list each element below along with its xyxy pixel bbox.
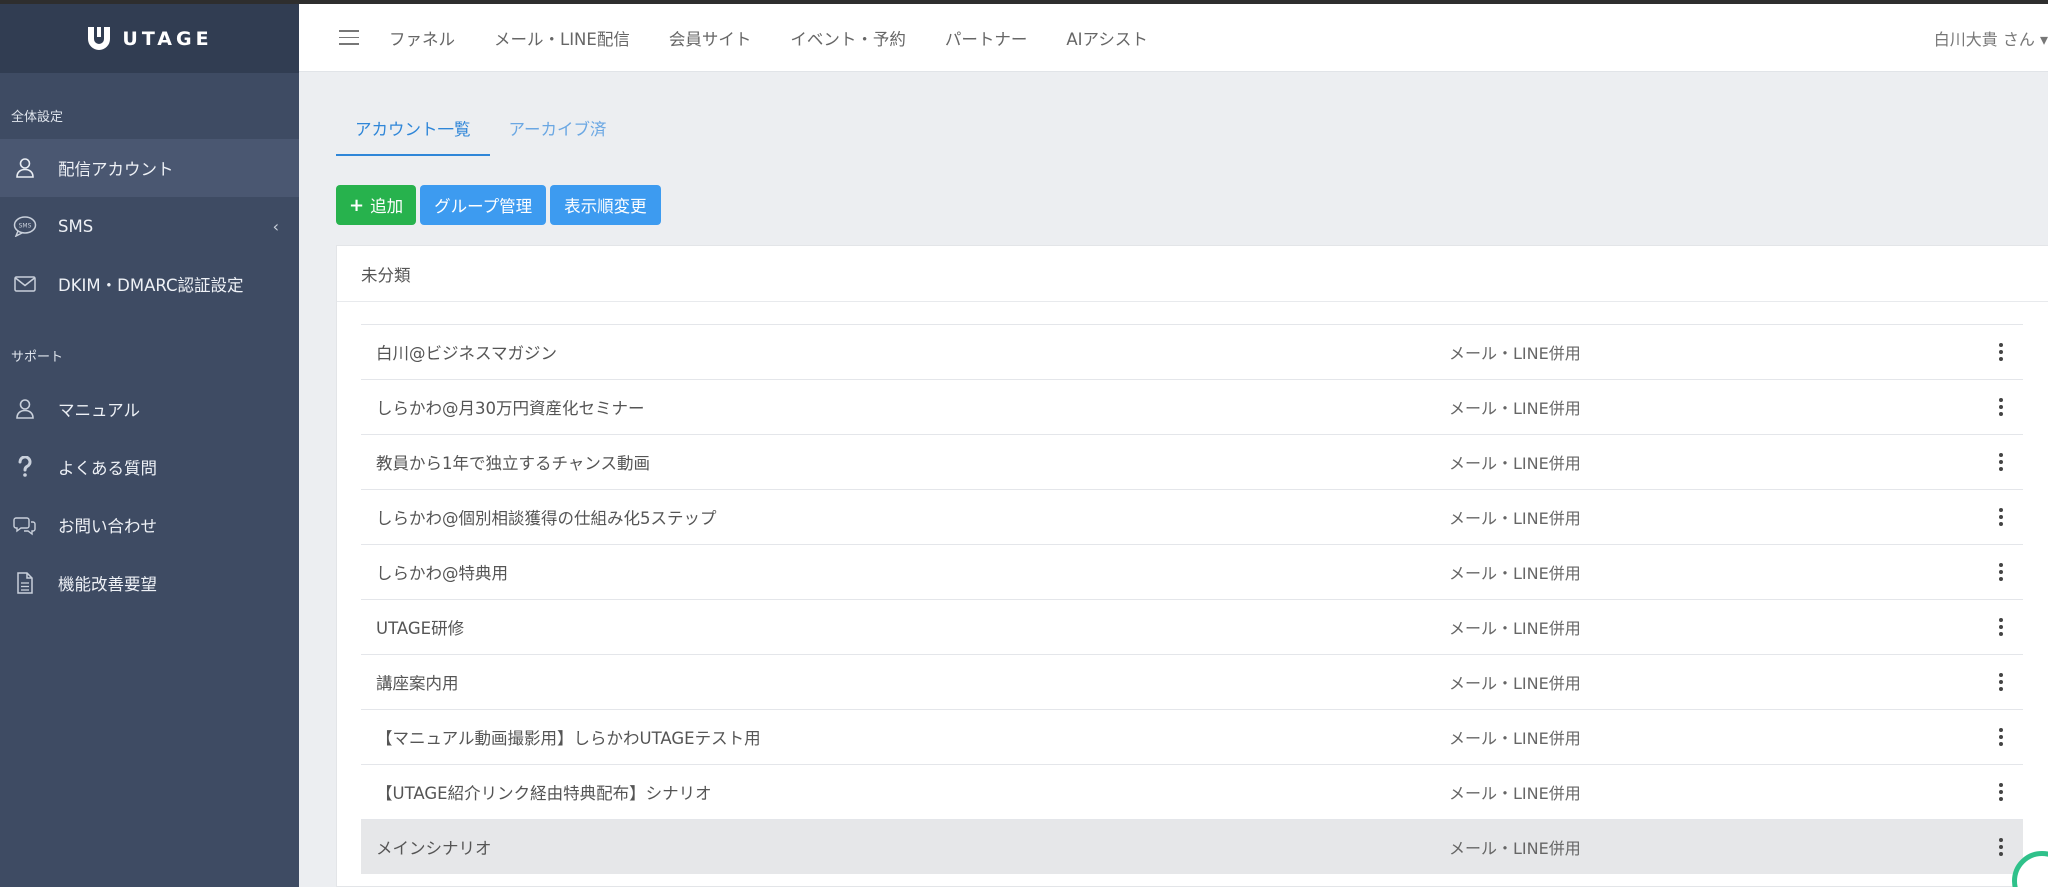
account-type: メール・LINE併用 (1449, 454, 1581, 473)
table-row[interactable]: しらかわ@月30万円資産化セミナー メール・LINE併用 (361, 379, 2023, 434)
hamburger-menu-icon[interactable] (339, 30, 359, 45)
table-row[interactable]: しらかわ@特典用 メール・LINE併用 (361, 544, 2023, 599)
account-type: メール・LINE併用 (1449, 564, 1581, 583)
utage-logo-icon (88, 26, 111, 50)
more-vertical-icon[interactable] (1991, 615, 2011, 639)
group-title: 未分類 (337, 246, 2048, 302)
sidebar-item-manual[interactable]: マニュアル (0, 380, 299, 438)
top-header: ファネル メール・LINE配信 会員サイト イベント・予約 パートナー AIアシ… (299, 4, 2048, 72)
sms-bubble-icon: SMS (13, 214, 37, 238)
brand[interactable]: UTAGE (0, 4, 299, 73)
nav-mail-line[interactable]: メール・LINE配信 (494, 26, 630, 50)
window-top-strip (0, 0, 2048, 4)
nav-event-booking[interactable]: イベント・予約 (790, 26, 906, 50)
sidebar-item-label: お問い合わせ (58, 517, 157, 536)
account-type: メール・LINE併用 (1449, 839, 1581, 858)
account-type: メール・LINE併用 (1449, 674, 1581, 693)
table-row[interactable]: 【UTAGE紹介リンク経由特典配布】シナリオ メール・LINE併用 (361, 764, 2023, 819)
more-vertical-icon[interactable] (1991, 395, 2011, 419)
sidebar-item-delivery-account[interactable]: 配信アカウント (0, 139, 299, 197)
table-row[interactable]: 講座案内用 メール・LINE併用 (361, 654, 2023, 709)
account-list: 白川@ビジネスマガジン メール・LINE併用 しらかわ@月30万円資産化セミナー… (361, 324, 2023, 874)
more-vertical-icon[interactable] (1991, 505, 2011, 529)
sidebar-item-label: SMS (58, 216, 94, 236)
user-icon (13, 397, 37, 421)
account-name[interactable]: 白川@ビジネスマガジン (376, 340, 557, 364)
tab-account-list[interactable]: アカウント一覧 (336, 116, 490, 156)
sidebar: UTAGE 全体設定 配信アカウント SMS SMS ‹ DKIM・DMARC認… (0, 4, 299, 887)
sidebar-item-contact[interactable]: お問い合わせ (0, 496, 299, 554)
more-vertical-icon[interactable] (1991, 725, 2011, 749)
sidebar-item-label: マニュアル (58, 401, 141, 420)
sidebar-item-label: よくある質問 (58, 459, 157, 478)
account-group-card: 未分類 白川@ビジネスマガジン メール・LINE併用 しらかわ@月30万円資産化… (336, 245, 2048, 887)
account-name[interactable]: 【マニュアル動画撮影用】しらかわUTAGEテスト用 (376, 725, 761, 749)
table-row[interactable]: 教員から1年で独立するチャンス動画 メール・LINE併用 (361, 434, 2023, 489)
account-type: メール・LINE併用 (1449, 729, 1581, 748)
account-name[interactable]: しらかわ@個別相談獲得の仕組み化5ステップ (376, 505, 717, 529)
user-menu[interactable]: 白川大貴 さん ▾ (1934, 26, 2048, 50)
sidebar-item-sms[interactable]: SMS SMS ‹ (0, 197, 299, 255)
nav-partner[interactable]: パートナー (945, 26, 1028, 50)
document-icon (13, 571, 37, 595)
account-name[interactable]: UTAGE研修 (376, 615, 464, 639)
table-row[interactable]: 【マニュアル動画撮影用】しらかわUTAGEテスト用 メール・LINE併用 (361, 709, 2023, 764)
section-title-settings: 全体設定 (11, 110, 64, 125)
brand-name: UTAGE (122, 27, 213, 50)
action-buttons: + 追加 グループ管理 表示順変更 (336, 185, 661, 225)
nav-ai-assist[interactable]: AIアシスト (1066, 26, 1148, 50)
account-type: メール・LINE併用 (1449, 784, 1581, 803)
sidebar-item-feature-request[interactable]: 機能改善要望 (0, 554, 299, 612)
display-order-button[interactable]: 表示順変更 (550, 185, 661, 225)
account-name[interactable]: 【UTAGE紹介リンク経由特典配布】シナリオ (376, 780, 712, 804)
nav-member-site[interactable]: 会員サイト (669, 26, 752, 50)
account-type: メール・LINE併用 (1449, 509, 1581, 528)
plus-icon: + (349, 194, 365, 216)
more-vertical-icon[interactable] (1991, 835, 2011, 859)
table-row[interactable]: しらかわ@個別相談獲得の仕組み化5ステップ メール・LINE併用 (361, 489, 2023, 544)
sidebar-item-label: DKIM・DMARC認証設定 (58, 276, 244, 295)
account-type: メール・LINE併用 (1449, 344, 1581, 363)
more-vertical-icon[interactable] (1991, 450, 2011, 474)
nav-funnel[interactable]: ファネル (389, 26, 455, 50)
tab-bar: アカウント一覧 アーカイブ済 (336, 116, 626, 156)
more-vertical-icon[interactable] (1991, 560, 2011, 584)
chevron-left-icon: ‹ (272, 216, 279, 236)
question-icon (13, 455, 37, 479)
account-name[interactable]: 教員から1年で独立するチャンス動画 (376, 450, 650, 474)
more-vertical-icon[interactable] (1991, 780, 2011, 804)
account-name[interactable]: 講座案内用 (376, 670, 459, 694)
account-name[interactable]: メインシナリオ (376, 835, 492, 859)
add-button[interactable]: + 追加 (336, 185, 417, 225)
account-type: メール・LINE併用 (1449, 619, 1581, 638)
sidebar-item-label: 機能改善要望 (58, 575, 157, 594)
account-type: メール・LINE併用 (1449, 399, 1581, 418)
more-vertical-icon[interactable] (1991, 340, 2011, 364)
account-name[interactable]: しらかわ@特典用 (376, 560, 508, 584)
sidebar-item-dkim-dmarc[interactable]: DKIM・DMARC認証設定 (0, 255, 299, 313)
add-button-label: 追加 (370, 197, 404, 216)
sidebar-item-label: 配信アカウント (58, 160, 174, 179)
table-row[interactable]: メインシナリオ メール・LINE併用 (361, 819, 2023, 874)
table-row[interactable]: UTAGE研修 メール・LINE併用 (361, 599, 2023, 654)
more-vertical-icon[interactable] (1991, 670, 2011, 694)
chat-icon (13, 513, 37, 537)
account-name[interactable]: しらかわ@月30万円資産化セミナー (376, 395, 645, 419)
table-row[interactable]: 白川@ビジネスマガジン メール・LINE併用 (361, 324, 2023, 379)
group-manage-button[interactable]: グループ管理 (420, 185, 547, 225)
section-title-support: サポート (11, 350, 64, 365)
tab-archived[interactable]: アーカイブ済 (490, 116, 626, 156)
svg-text:SMS: SMS (19, 223, 32, 230)
sidebar-item-faq[interactable]: よくある質問 (0, 438, 299, 496)
user-icon (13, 156, 37, 180)
mail-icon (13, 272, 37, 296)
